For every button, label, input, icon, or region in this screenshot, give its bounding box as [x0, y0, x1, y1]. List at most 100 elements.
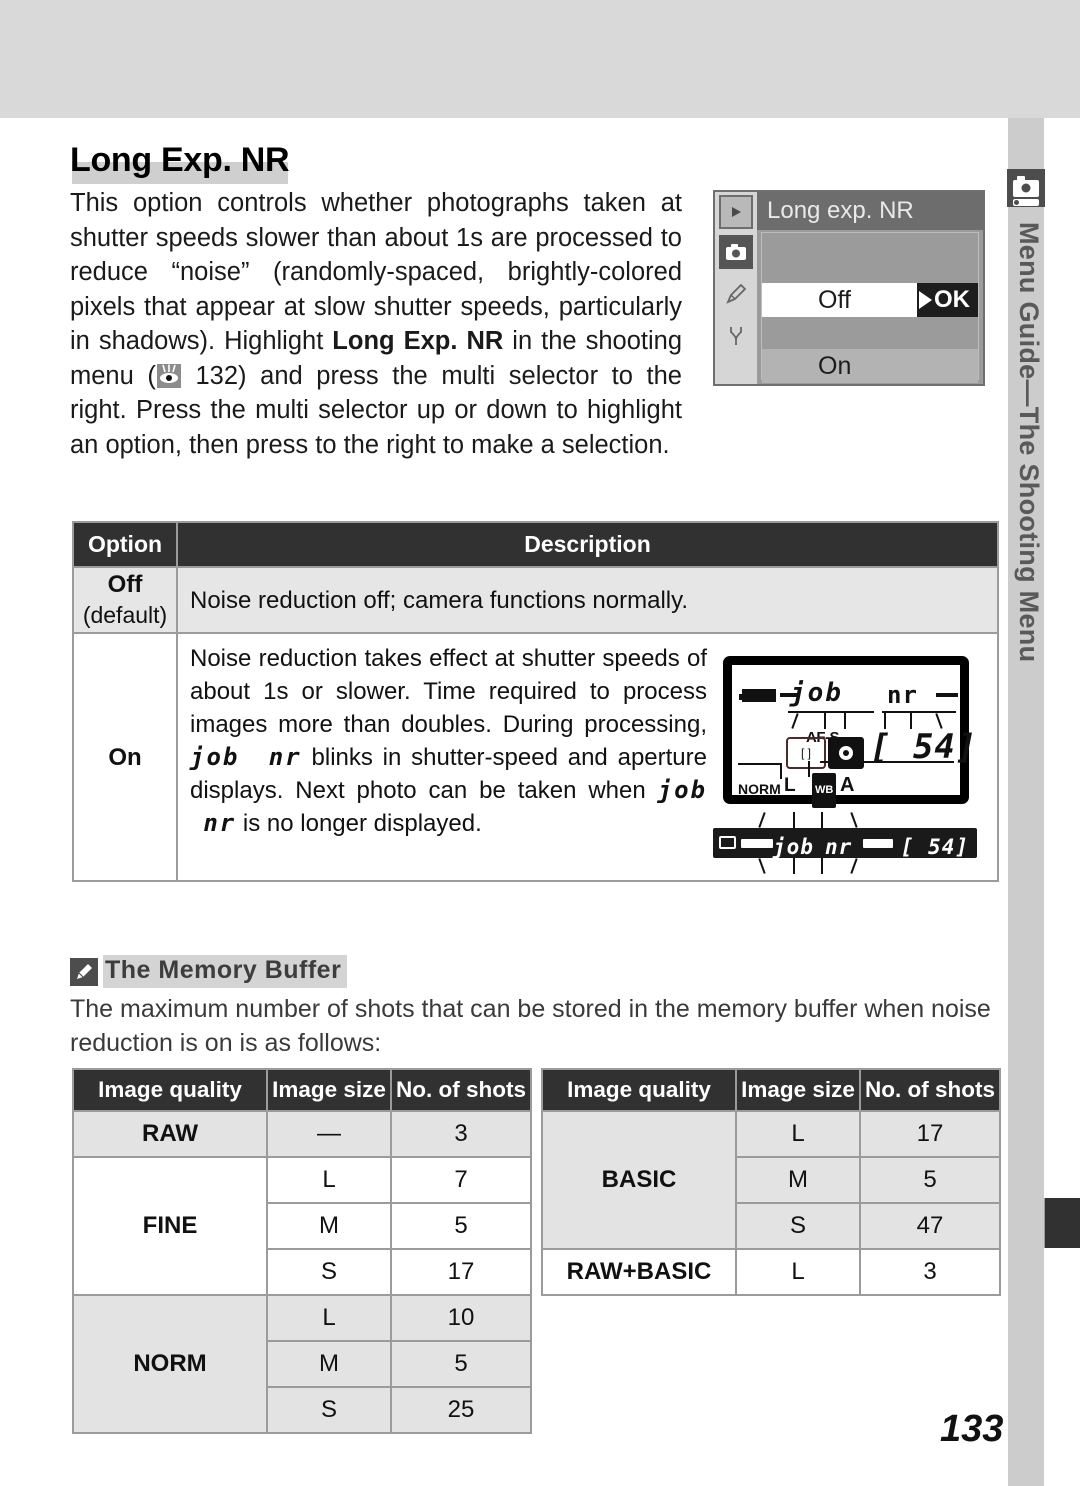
buffer-table-left: Image quality Image size No. of shots RA… [72, 1068, 532, 1434]
desc-on-line2: blinks in shutter-speed and aperture dis… [190, 744, 707, 804]
shots-basic-s: 47 [860, 1204, 999, 1248]
table-row: NORM L 10 [74, 1296, 530, 1432]
desc-on-line3: is no longer displayed. [236, 810, 482, 837]
option-label-on: On [74, 634, 176, 880]
right-arrow-icon [919, 291, 932, 309]
focus-indicator-icon [719, 836, 736, 849]
menu-screen-title: Long exp. NR [757, 192, 983, 230]
pencil-icon [70, 957, 98, 986]
shots-raw-basic-l: 3 [860, 1250, 999, 1294]
option-off-default-note: (default) [82, 602, 168, 628]
memory-buffer-heading: The Memory Buffer [103, 955, 348, 988]
control-panel-segment-job: job [790, 678, 843, 708]
table-row: FINE L 7 [74, 1158, 530, 1294]
viewfinder-bar: job nr [ 54] [713, 828, 977, 859]
focus-area-brackets-icon: [ ] [786, 737, 826, 769]
shots-basic-m: 5 [860, 1158, 999, 1202]
menu-option-off-label: Off [818, 285, 851, 314]
option-table-header-row: Option Description [74, 523, 997, 566]
page-number: 133 [940, 1408, 1004, 1450]
memory-buffer-note-header: The Memory Buffer [70, 955, 348, 988]
top-control-panel: job nr AF-S [ ] [54] NORM L WB A [723, 656, 976, 808]
eye-reference-icon [156, 363, 181, 388]
size-basic-l: L [737, 1112, 859, 1156]
shots-fine-m: 5 [391, 1204, 530, 1248]
viewfinder-shots-remaining: [ 54] [900, 835, 969, 859]
wb-badge-icon: WB [812, 773, 837, 808]
shots-remaining: [ 54] [870, 727, 978, 767]
intro-bold-option-name: Long Exp. NR [332, 327, 504, 355]
page-top-band [0, 0, 1080, 118]
menu-ok-label: OK [934, 286, 970, 313]
table-row: RAW+BASIC L 3 [543, 1250, 999, 1294]
size-fine-s: S [268, 1250, 390, 1294]
size-norm-l: L [268, 1296, 390, 1340]
control-panel-illustration: job nr AF-S [ ] [54] NORM L WB A [713, 656, 979, 808]
quality-norm: NORM [74, 1296, 267, 1432]
quality-raw-basic: RAW+BASIC [543, 1250, 736, 1294]
camera-menu-screenshot: Long exp. NR Off OK On [713, 190, 985, 386]
custom-settings-pencil-icon [719, 277, 753, 311]
buffer-table-right: Image quality Image size No. of shots BA… [541, 1068, 1001, 1296]
size-raw: — [268, 1112, 390, 1156]
option-desc-off: Noise reduction off; camera functions no… [178, 568, 997, 632]
viewfinder-segment-nr: nr [825, 835, 853, 859]
buffer-right-header-size: Image size [737, 1070, 859, 1110]
size-norm-s: S [268, 1388, 390, 1432]
playback-icon [719, 195, 753, 229]
battery-icon [739, 689, 776, 702]
shots-fine-l: 7 [391, 1158, 530, 1202]
description-header: Description [178, 523, 997, 566]
lcd-segment-job-1: job [190, 743, 240, 771]
quality-fine: FINE [74, 1158, 267, 1294]
control-panel-segment-nr: nr [887, 681, 918, 709]
buffer-left-header-row: Image quality Image size No. of shots [74, 1070, 530, 1110]
page-title: Long Exp. NR [70, 141, 290, 179]
lcd-segment-nr-1: nr [268, 743, 302, 771]
desc-on-line1: Noise reduction takes effect at shutter … [190, 645, 707, 738]
buffer-right-header-row: Image quality Image size No. of shots [543, 1070, 999, 1110]
buffer-right-header-shots: No. of shots [860, 1070, 999, 1110]
wb-mode-label: A [840, 774, 855, 796]
viewfinder-illustration: job nr [ 54] [713, 810, 979, 874]
buffer-left-header-quality: Image quality [74, 1070, 267, 1110]
table-row-off: Off (default) Noise reduction off; camer… [74, 568, 997, 632]
quality-raw: RAW [74, 1112, 267, 1156]
shots-norm-l: 10 [391, 1296, 530, 1340]
lcd-segment-job-2: job [657, 776, 708, 804]
image-size-label: L [784, 775, 796, 796]
lcd-illustrations: job nr AF-S [ ] [54] NORM L WB A job nr… [713, 642, 985, 874]
option-description-table: Option Description Off (default) Noise r… [72, 521, 999, 882]
option-label-off: Off (default) [74, 568, 176, 632]
option-header: Option [74, 523, 176, 566]
size-fine-m: M [268, 1204, 390, 1248]
memory-buffer-body: The maximum number of shots that can be … [70, 995, 991, 1057]
quality-basic: BASIC [543, 1112, 736, 1248]
buffer-right-header-quality: Image quality [543, 1070, 736, 1110]
shots-fine-s: 17 [391, 1250, 530, 1294]
option-desc-on-text: Noise reduction takes effect at shutter … [190, 642, 707, 872]
shots-norm-s: 25 [391, 1388, 530, 1432]
focus-point-icon [828, 737, 864, 769]
option-desc-on: Noise reduction takes effect at shutter … [178, 634, 997, 880]
size-fine-l: L [268, 1158, 390, 1202]
side-tab-label: Menu Guide—The Shooting Menu [1014, 222, 1044, 663]
size-raw-basic-l: L [737, 1250, 859, 1294]
quality-norm-label: NORM [738, 781, 781, 797]
menu-ok-button[interactable]: OK [917, 283, 978, 317]
menu-option-on[interactable]: On [762, 349, 978, 383]
buffer-left-header-size: Image size [268, 1070, 390, 1110]
side-tab-marker [1044, 1198, 1080, 1248]
menu-option-on-label: On [818, 351, 852, 380]
shots-basic-l: 17 [860, 1112, 999, 1156]
size-norm-m: M [268, 1342, 390, 1386]
menu-option-off[interactable]: Off OK [762, 283, 978, 317]
page-title-container: Long Exp. NR [70, 140, 290, 184]
lcd-segment-nr-2: nr [203, 809, 237, 837]
intro-paragraph: This option controls whether photographs… [70, 186, 682, 462]
option-off-name: Off [107, 571, 143, 598]
table-row: BASIC L 17 [543, 1112, 999, 1248]
table-row: RAW — 3 [74, 1112, 530, 1156]
shots-norm-m: 5 [391, 1342, 530, 1386]
shooting-menu-icon [719, 235, 753, 269]
